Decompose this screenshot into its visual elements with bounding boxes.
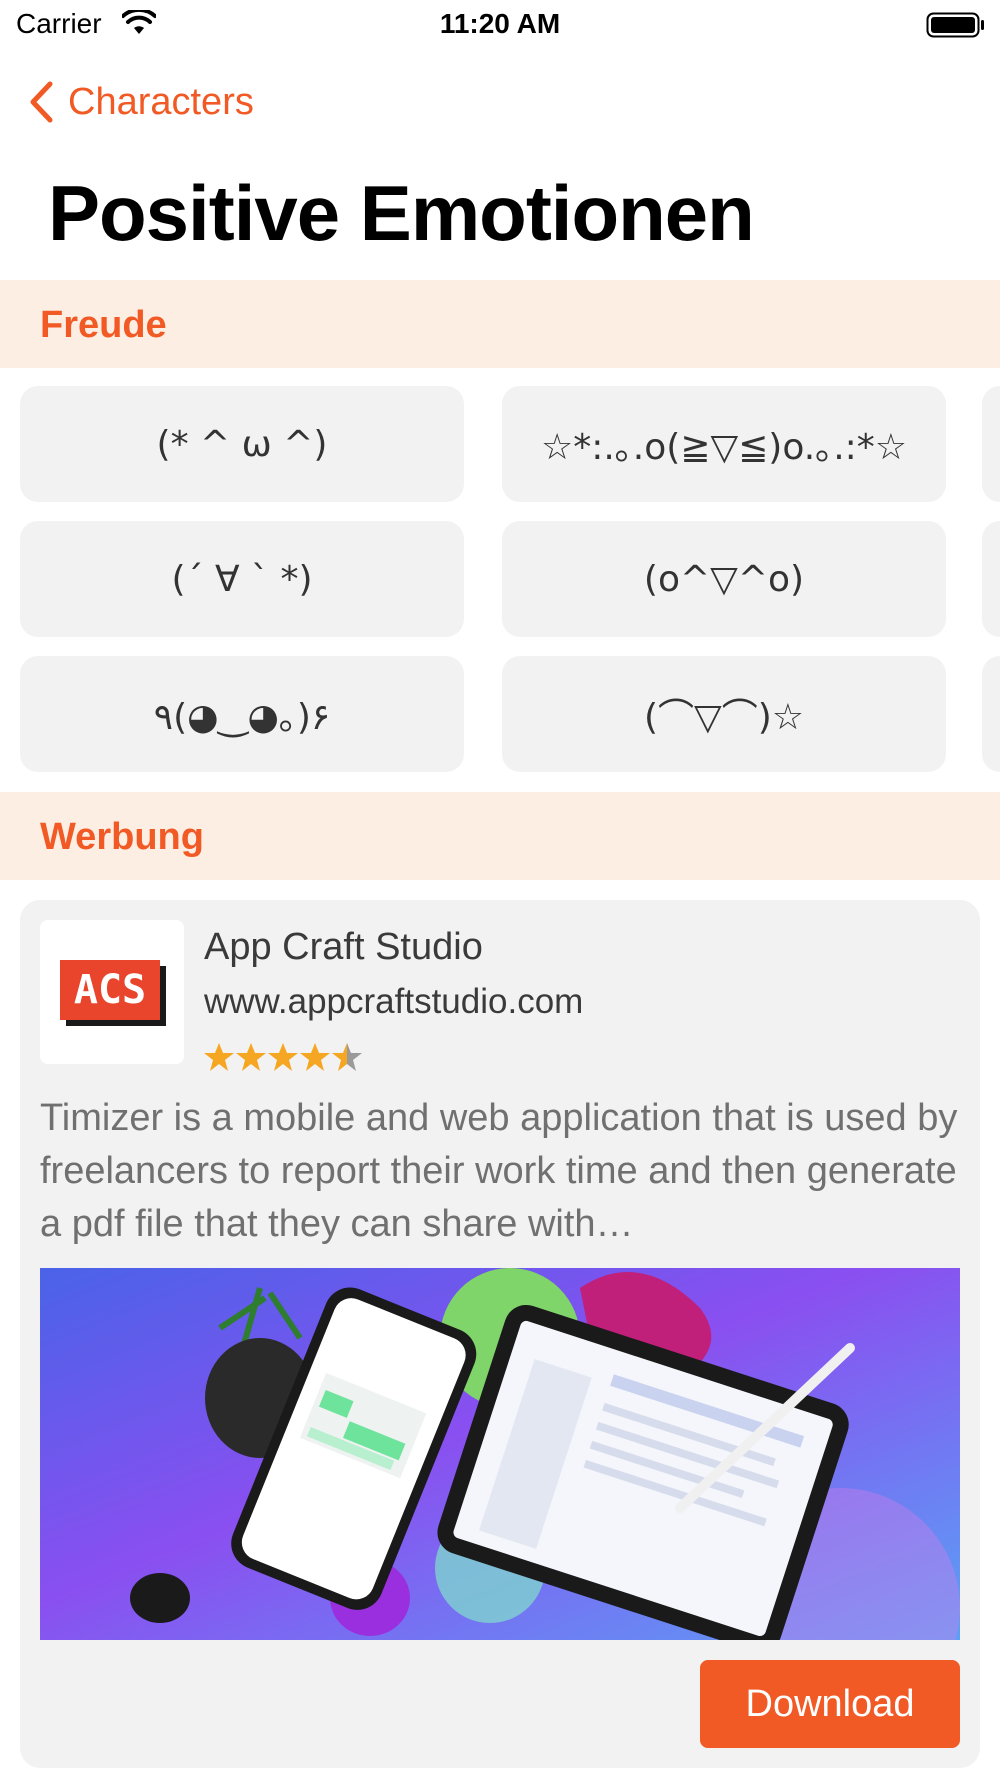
emoticon-cell[interactable]: ٩(◕‿◕｡)۶ xyxy=(20,656,464,772)
status-bar: Carrier 11:20 AM xyxy=(0,0,1000,50)
download-button[interactable]: Download xyxy=(700,1660,960,1748)
emoticon-cell-partial[interactable] xyxy=(982,521,1000,637)
emoticon-cell[interactable]: (´ ∀ ` *) xyxy=(20,521,464,637)
status-time: 11:20 AM xyxy=(439,8,561,39)
page-title: Positive Emotionen xyxy=(48,169,755,257)
ad-description: Timizer is a mobile and web application … xyxy=(40,1097,958,1245)
emoticon-cell[interactable]: (o^▽^o) xyxy=(502,521,946,637)
ad-card[interactable]: ACS App Craft Studio www.appcraftstudio.… xyxy=(20,900,980,1768)
emoticon-cell[interactable]: ☆*:.｡.o(≧▽≦)o.｡.:*☆ xyxy=(502,386,946,502)
back-button[interactable]: Characters xyxy=(28,72,254,132)
ad-rating xyxy=(204,1040,374,1079)
star-icon xyxy=(268,1043,298,1071)
star-icon xyxy=(236,1043,266,1071)
ad-logo: ACS xyxy=(40,920,184,1064)
ad-app-name: App Craft Studio xyxy=(204,926,483,968)
emoticon-cell-partial[interactable] xyxy=(982,656,1000,772)
ad-url[interactable]: www.appcraftstudio.com xyxy=(204,982,583,1022)
back-label: Characters xyxy=(68,80,254,123)
ad-logo-text: ACS xyxy=(74,967,146,1013)
battery-icon xyxy=(926,12,984,38)
emoticon-cell[interactable]: (⌒▽⌒)☆ xyxy=(502,656,946,772)
chevron-left-icon xyxy=(30,81,53,123)
section-title: Freude xyxy=(40,304,167,346)
star-half-icon xyxy=(332,1043,362,1071)
section-title: Werbung xyxy=(40,816,204,858)
star-icon xyxy=(300,1043,330,1071)
section-header-werbung: Werbung xyxy=(0,792,1000,880)
section-header-freude: Freude xyxy=(0,280,1000,368)
ad-banner-image[interactable] xyxy=(40,1268,960,1640)
star-icon xyxy=(204,1043,234,1071)
emoticon-cell-partial[interactable] xyxy=(982,386,1000,502)
emoticon-cell[interactable]: (* ^ ω ^) xyxy=(20,386,464,502)
acs-logo-icon: ACS xyxy=(60,960,166,1026)
